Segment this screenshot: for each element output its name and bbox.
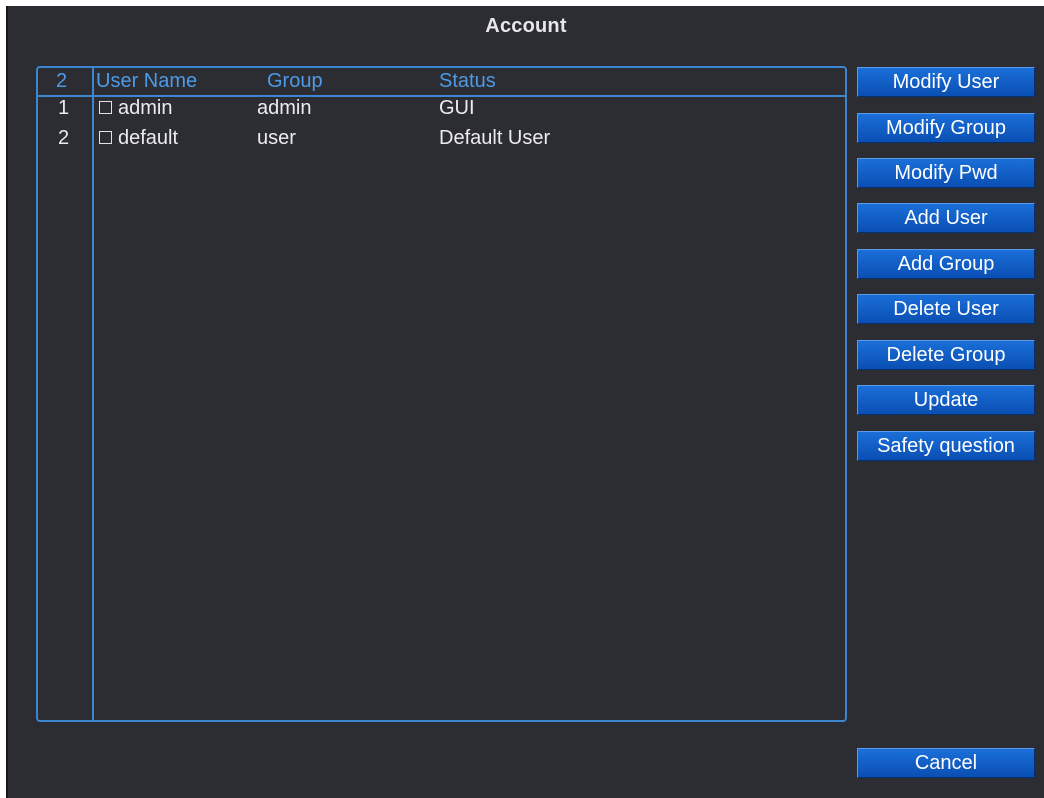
modify-group-button[interactable]: Modify Group [857, 113, 1035, 143]
row-group: user [257, 127, 296, 149]
index-column-divider [92, 68, 94, 720]
table-row[interactable]: 1 admin admin GUI [38, 97, 845, 120]
dialog-title: Account [485, 15, 567, 37]
row-status: GUI [439, 97, 475, 119]
row-user-name: admin [118, 97, 173, 119]
update-button[interactable]: Update [857, 385, 1035, 415]
row-status: Default User [439, 127, 551, 149]
row-index: 2 [58, 127, 70, 149]
header-status[interactable]: Status [439, 70, 496, 93]
delete-group-button[interactable]: Delete Group [857, 340, 1035, 370]
modify-pwd-button[interactable]: Modify Pwd [857, 158, 1035, 188]
user-table: 2 User Name Group Status 1 admin admin G… [36, 66, 847, 722]
row-user-name: default [118, 127, 179, 149]
row-group: admin [257, 97, 312, 119]
add-user-button[interactable]: Add User [857, 203, 1035, 233]
user-count-header: 2 [56, 70, 68, 92]
safety-question-button[interactable]: Safety question [857, 431, 1035, 461]
row-checkbox[interactable] [99, 101, 112, 114]
header-user-name[interactable]: User Name [96, 70, 197, 93]
header-group[interactable]: Group [267, 70, 323, 93]
cancel-button[interactable]: Cancel [857, 748, 1035, 778]
row-checkbox[interactable] [99, 131, 112, 144]
modify-user-button[interactable]: Modify User [857, 67, 1035, 97]
table-row[interactable]: 2 default user Default User [38, 127, 845, 150]
account-dialog: Account 2 User Name Group Status 1 admin… [6, 6, 1044, 798]
delete-user-button[interactable]: Delete User [857, 294, 1035, 324]
row-index: 1 [58, 97, 70, 119]
add-group-button[interactable]: Add Group [857, 249, 1035, 279]
